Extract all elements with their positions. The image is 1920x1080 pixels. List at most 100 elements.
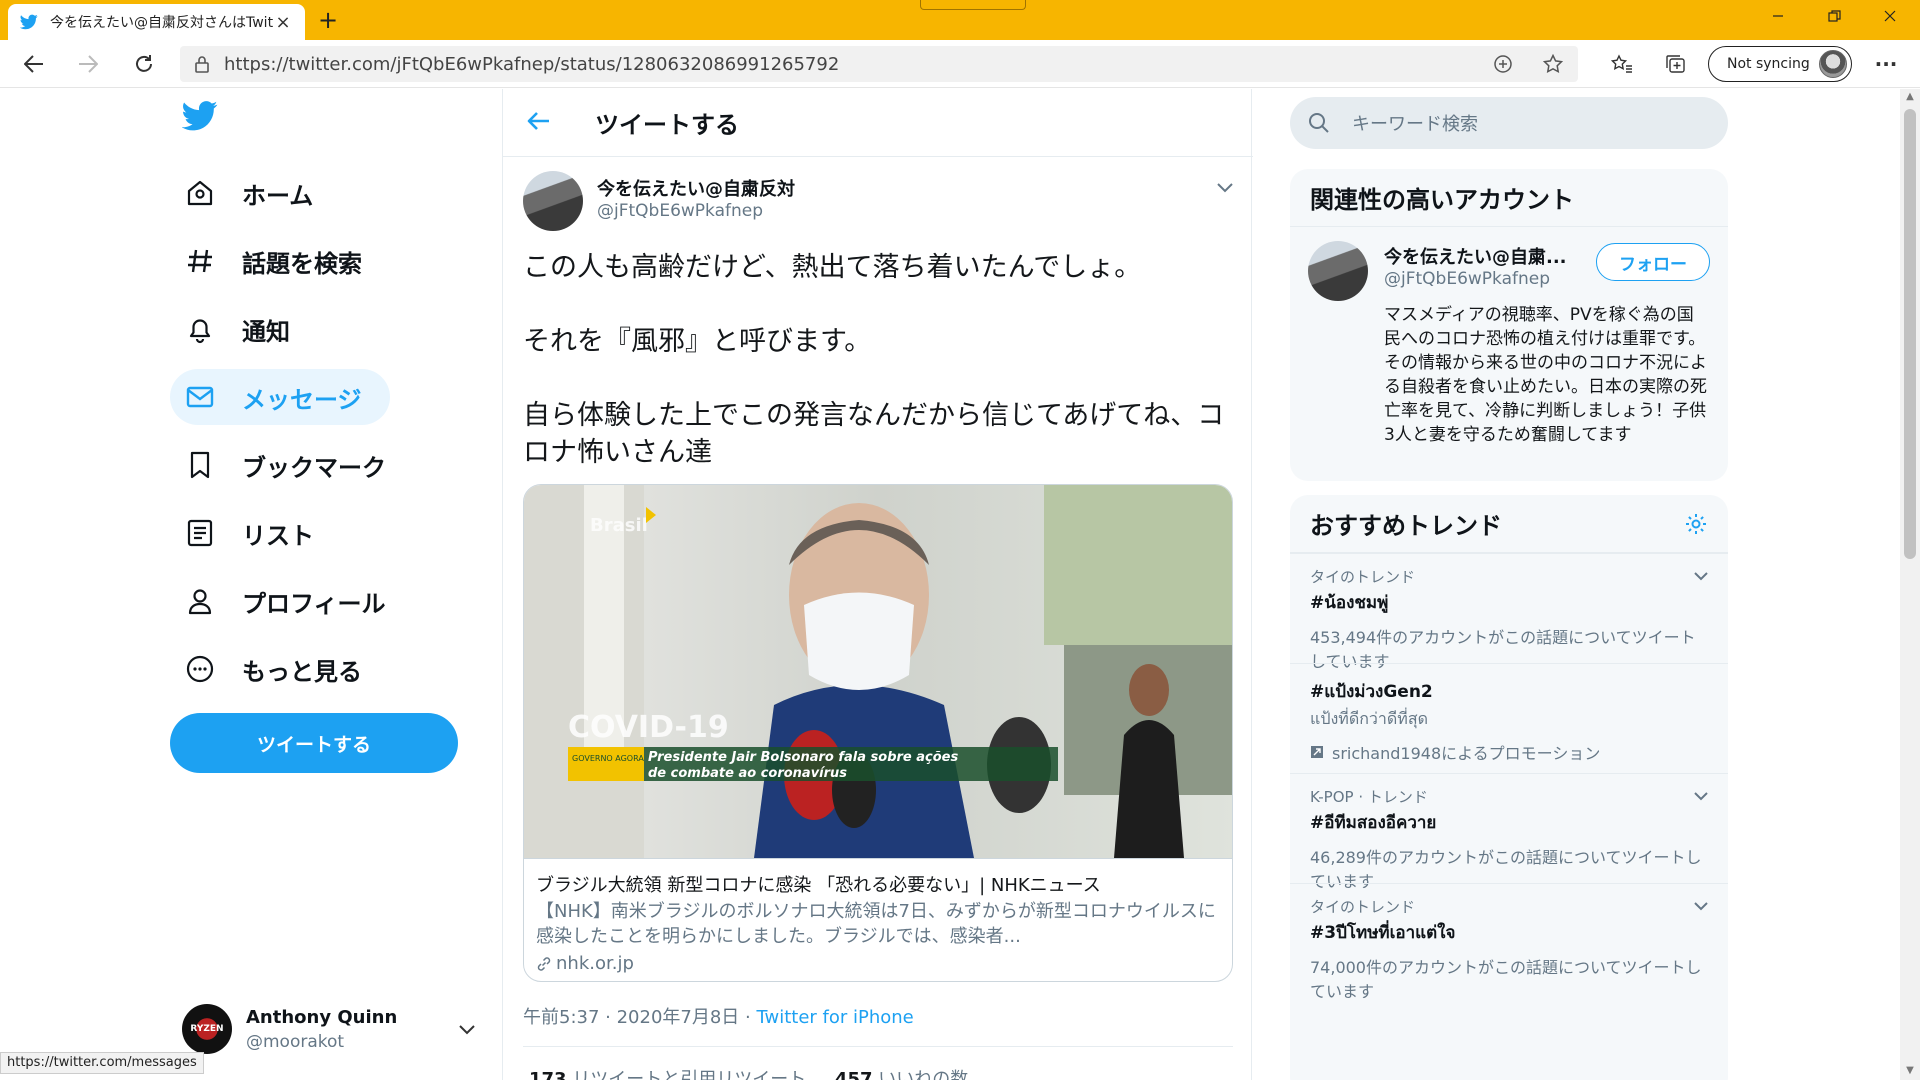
- author-name[interactable]: 今を伝えたい@自粛反対: [597, 175, 795, 201]
- favorite-star-icon[interactable]: [1528, 54, 1578, 74]
- tweet-timestamp[interactable]: 午前5:37 · 2020年7月8日 ·: [523, 1007, 756, 1028]
- trend-name: #แป้งม่วงGen2: [1310, 682, 1433, 702]
- scrollbar-thumb[interactable]: [1904, 109, 1916, 559]
- retweet-label[interactable]: リツイートと引用リツイート: [572, 1069, 806, 1080]
- link-icon: [536, 956, 552, 972]
- related-account-handle[interactable]: @jFtQbE6wPkafnep: [1384, 269, 1550, 289]
- restore-button[interactable]: [1806, 0, 1862, 32]
- like-label[interactable]: いいねの数: [878, 1069, 968, 1080]
- promotion-text: srichand1948によるプロモーション: [1332, 744, 1601, 763]
- nav-item-profile[interactable]: プロフィール: [170, 573, 400, 629]
- lock-icon[interactable]: [180, 55, 224, 73]
- tweet-counts: 173 リツイートと引用リツイート 457 いいねの数: [529, 1065, 968, 1080]
- nav-item-messages[interactable]: メッセージ: [170, 369, 390, 425]
- trend-item[interactable]: タイのトレンド #3ปีโทษที่เอาแต่ใจ 74,000件のアカウント…: [1290, 883, 1728, 1003]
- related-account[interactable]: 今を伝えたい@自粛... @jFtQbE6wPkafnep フォロー マスメディ…: [1290, 227, 1728, 479]
- page-scrollbar[interactable]: ▲ ▼: [1900, 89, 1920, 1080]
- related-account-avatar[interactable]: [1308, 241, 1368, 301]
- tweet-button[interactable]: ツイートする: [170, 713, 458, 773]
- refresh-button[interactable]: [128, 48, 160, 80]
- back-arrow-icon[interactable]: [527, 108, 565, 138]
- profile-avatar: [1819, 50, 1847, 78]
- card-description: 【NHK】南米ブラジルのボルソナロ大統領は7日、みずからが新型コロナウイルスに感…: [536, 901, 1216, 947]
- settings-gear-icon[interactable]: [1684, 512, 1708, 536]
- scroll-down-arrow-icon[interactable]: ▼: [1904, 1065, 1916, 1077]
- chevron-down-icon[interactable]: [1694, 896, 1708, 915]
- related-account-bio: マスメディアの視聴率、PVを稼ぐ為の国民へのコロナ恐怖の植え付けは重罪です。その…: [1384, 305, 1707, 445]
- nav-item-more[interactable]: もっと見る: [170, 641, 376, 697]
- back-button[interactable]: [18, 48, 50, 80]
- nav-label-notifications: 通知: [242, 317, 290, 346]
- related-account-name[interactable]: 今を伝えたい@自粛...: [1384, 243, 1567, 269]
- page-viewport: ホーム 話題を検索 通知 メッセージ ブックマーク リスト プロフィール もっと…: [0, 89, 1900, 1080]
- nav-item-lists[interactable]: リスト: [170, 505, 328, 561]
- address-bar[interactable]: https://twitter.com/jFtQbE6wPkafnep/stat…: [180, 46, 1578, 82]
- title-bar: 今を伝えたい@自粛反対さんはTwitter × +: [0, 0, 1920, 40]
- trend-item[interactable]: K-POP · トレンド #อีทีมสองอีควาย 46,289件のアカウ…: [1290, 773, 1728, 891]
- chevron-down-icon[interactable]: [1694, 566, 1708, 585]
- scroll-up-arrow-icon[interactable]: ▲: [1904, 91, 1916, 103]
- left-navigation: ホーム 話題を検索 通知 メッセージ ブックマーク リスト プロフィール もっと…: [170, 89, 500, 1080]
- browser-tab[interactable]: 今を伝えたい@自粛反対さんはTwitter ×: [8, 4, 305, 40]
- collections-icon[interactable]: [1658, 48, 1694, 80]
- search-icon: [1308, 112, 1332, 134]
- list-icon: [182, 515, 218, 551]
- close-window-button[interactable]: [1862, 0, 1918, 32]
- author-avatar[interactable]: [523, 171, 583, 231]
- person-icon: [182, 583, 218, 619]
- browser-toolbar: https://twitter.com/jFtQbE6wPkafnep/stat…: [0, 40, 1920, 88]
- nav-label-profile: プロフィール: [242, 589, 386, 618]
- trend-promotion: srichand1948によるプロモーション: [1310, 740, 1708, 764]
- new-tab-button[interactable]: +: [314, 6, 342, 34]
- favorites-icon[interactable]: [1604, 48, 1640, 80]
- like-count[interactable]: 457: [835, 1069, 873, 1080]
- nav-item-notifications[interactable]: 通知: [170, 301, 304, 357]
- bell-icon: [182, 311, 218, 347]
- tweet-menu-chevron-icon[interactable]: [1217, 177, 1233, 198]
- tweet-line: 自ら体験した上でこの発言なんだから信じてあげてね、コロナ怖いさん達: [523, 400, 1225, 468]
- chevron-down-icon[interactable]: [1694, 786, 1708, 805]
- bookmark-icon: [182, 447, 218, 483]
- minimize-button[interactable]: [1750, 0, 1806, 32]
- tweet-text: この人も高齢だけど、熱出て落ち着いたんでしょ。 それを『風邪』と呼びます。 自ら…: [523, 249, 1233, 508]
- divider: [523, 1046, 1233, 1047]
- nav-label-messages: メッセージ: [242, 385, 362, 414]
- card-title: ブラジル大統領 新型コロナに感染 「恐れる必要ない」| NHKニュース: [536, 875, 1101, 896]
- status-bar-url: https://twitter.com/messages: [0, 1052, 204, 1074]
- chevron-down-icon[interactable]: [452, 1019, 482, 1040]
- author-handle[interactable]: @jFtQbE6wPkafnep: [597, 201, 763, 221]
- account-handle: @moorakot: [246, 1031, 345, 1052]
- trend-item-promoted[interactable]: #แป้งม่วงGen2 แป้งที่ดีกว่าดีที่สุด sric…: [1290, 663, 1728, 773]
- page-title: ツイートする: [595, 111, 739, 139]
- add-site-icon[interactable]: [1478, 54, 1528, 74]
- follow-button[interactable]: フォロー: [1596, 243, 1710, 281]
- mail-icon: [182, 379, 218, 415]
- search-input[interactable]: キーワード検索: [1352, 110, 1478, 136]
- profile-sync-button[interactable]: Not syncing: [1708, 46, 1852, 82]
- tweet-line: それを『風邪』と呼びます。: [523, 326, 872, 357]
- tweet-source[interactable]: Twitter for iPhone: [756, 1007, 913, 1028]
- card-image[interactable]: COVID-19 GOVERNO AGORA Presidente Jair B…: [524, 485, 1232, 858]
- retweet-count[interactable]: 173: [529, 1069, 567, 1080]
- close-tab-icon[interactable]: ×: [273, 12, 293, 33]
- card-domain-text: nhk.or.jp: [556, 953, 634, 974]
- forward-button[interactable]: [72, 48, 104, 80]
- account-switcher[interactable]: RYZEN Anthony Quinn @moorakot: [182, 999, 482, 1059]
- trends-title: おすすめトレンド: [1290, 495, 1728, 553]
- trend-item[interactable]: タイのトレンド #น้องชมพู่ 453,494件のアカウントがこの話題につ…: [1290, 553, 1728, 671]
- related-accounts-title: 関連性の高いアカウント: [1290, 169, 1728, 227]
- settings-more-icon[interactable]: ···: [1868, 48, 1904, 80]
- url-text[interactable]: https://twitter.com/jFtQbE6wPkafnep/stat…: [224, 54, 1478, 75]
- twitter-logo-icon[interactable]: [181, 101, 222, 137]
- nav-item-explore[interactable]: 話題を検索: [170, 233, 376, 289]
- nav-item-bookmarks[interactable]: ブックマーク: [170, 437, 400, 493]
- tweet-author: 今を伝えたい@自粛反対 @jFtQbE6wPkafnep: [523, 171, 1233, 235]
- window-drag-handle[interactable]: [920, 0, 1026, 10]
- image-logo: GOVERNO AGORA: [572, 754, 644, 763]
- card-body[interactable]: ブラジル大統領 新型コロナに感染 「恐れる必要ない」| NHKニュース 【NHK…: [524, 858, 1232, 981]
- nav-item-home[interactable]: ホーム: [170, 165, 327, 221]
- tweet-metadata: 午前5:37 · 2020年7月8日 · Twitter for iPhone: [523, 1003, 914, 1029]
- link-card[interactable]: COVID-19 GOVERNO AGORA Presidente Jair B…: [523, 484, 1233, 982]
- search-box[interactable]: キーワード検索: [1290, 97, 1728, 149]
- image-brand: Brasil: [590, 515, 648, 536]
